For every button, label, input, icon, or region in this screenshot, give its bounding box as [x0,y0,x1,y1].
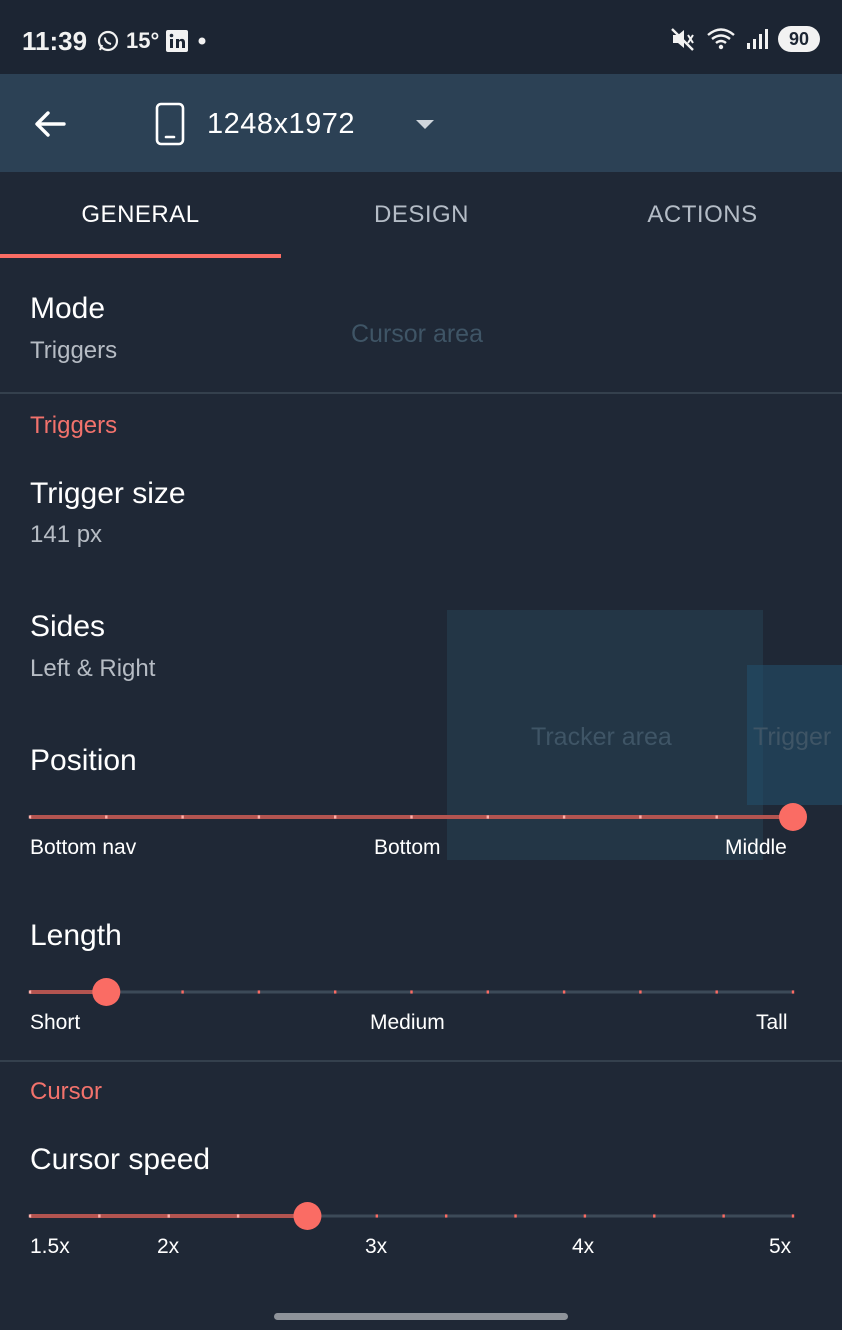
tab-design[interactable]: DESIGN [281,172,562,258]
position-title: Position [30,744,137,777]
slider-tick [181,815,184,819]
length-title: Length [30,919,122,952]
slider-tick [105,815,108,819]
battery-indicator: 90 [778,26,820,52]
phone-icon [155,102,185,146]
trigger-size-value: 141 px [30,521,103,548]
slider-tick [257,990,261,994]
slider-tick [583,1214,587,1218]
length-slider-labels: Short Medium Tall [0,1011,842,1041]
position-label-bottom: Bottom [374,836,441,859]
signal-icon [747,29,768,49]
trigger-label: Trigger [753,723,832,751]
tab-actions[interactable]: ACTIONS [562,172,842,258]
slider-tick [486,990,489,994]
cursor-speed-slider[interactable] [28,1196,795,1236]
slider-tick [653,1214,656,1218]
slider-tick [334,990,337,994]
dropdown-arrow-icon[interactable] [408,110,442,140]
home-indicator[interactable] [274,1313,568,1320]
speed-label-2x: 2x [157,1235,180,1258]
length-slider[interactable] [28,972,795,1012]
cursor-speed-title: Cursor speed [30,1143,211,1176]
slider-graphic [28,1202,795,1230]
slider-tick [28,815,32,819]
slider-tick [28,1214,32,1218]
speed-label-3x: 3x [365,1235,388,1258]
speed-label-1-5x: 1.5x [30,1235,70,1258]
status-time: 11:39 [22,26,88,56]
tab-bar: GENERAL DESIGN ACTIONS [0,172,842,258]
status-left-icons: 15° [96,28,209,54]
tab-general[interactable]: GENERAL [0,172,281,258]
slider-thumb[interactable] [293,1202,322,1230]
slider-tick [375,1214,379,1218]
slider-tick [715,990,718,994]
position-label-middle: Middle [725,836,787,859]
slider-thumb[interactable] [779,803,807,831]
slider-tick [410,990,413,994]
mute-icon [671,28,694,51]
app-bar: 1248x1972 [0,74,842,172]
slider-tick [562,990,566,994]
slider-tick [791,1214,795,1218]
slider-tick [167,1214,170,1218]
divider [0,392,842,394]
slider-tick [715,815,718,819]
divider [0,1060,842,1062]
tracker-area-label: Tracker area [531,723,672,751]
slider-tick [181,990,184,994]
slider-tick [444,1214,448,1218]
position-label-bottom-nav: Bottom nav [30,836,137,859]
slider-tick [410,815,413,819]
sides-value: Left & Right [30,655,156,682]
slider-tick [98,1214,101,1218]
slider-tick [334,815,337,819]
sides-title: Sides [30,610,106,643]
length-label-tall: Tall [756,1011,788,1034]
slider-thumb[interactable] [92,978,121,1006]
length-label-short: Short [30,1011,81,1034]
slider-tick [722,1214,725,1218]
slider-tick [562,815,566,819]
trigger-size-title: Trigger size [30,477,186,510]
position-slider-labels: Bottom nav Bottom Middle [0,836,842,866]
status-right-icons: 90 [670,26,820,52]
slider-tick [639,990,642,994]
cursor-speed-slider-labels: 1.5x 2x 3x 4x 5x [0,1235,842,1265]
speed-label-5x: 5x [769,1235,792,1258]
slider-tick [639,815,642,819]
slider-graphic [28,803,807,831]
length-label-medium: Medium [370,1011,445,1034]
slider-tick [486,815,489,819]
slider-tick [791,990,795,994]
speed-label-4x: 4x [572,1235,595,1258]
cursor-section-header: Cursor [30,1078,103,1105]
linkedin-icon [166,30,189,52]
slider-graphic [28,978,795,1006]
mode-value: Triggers [30,337,118,364]
slider-tick [236,1214,240,1218]
wifi-icon [707,28,735,50]
position-slider[interactable] [28,797,807,837]
triggers-section-header: Triggers [30,412,118,439]
notification-dot-icon [198,37,206,45]
status-bar: 11:39 15° 90 [0,0,842,74]
whatsapp-icon [97,30,119,52]
slider-tick [28,990,32,994]
slider-tick [257,815,261,819]
active-tab-indicator [0,254,281,258]
device-resolution[interactable]: 1248x1972 [207,108,355,141]
mode-title: Mode [30,292,106,325]
slider-tick [514,1214,517,1218]
cursor-area-label: Cursor area [351,320,483,348]
back-arrow-icon[interactable] [28,102,72,146]
temperature: 15° [126,28,160,53]
